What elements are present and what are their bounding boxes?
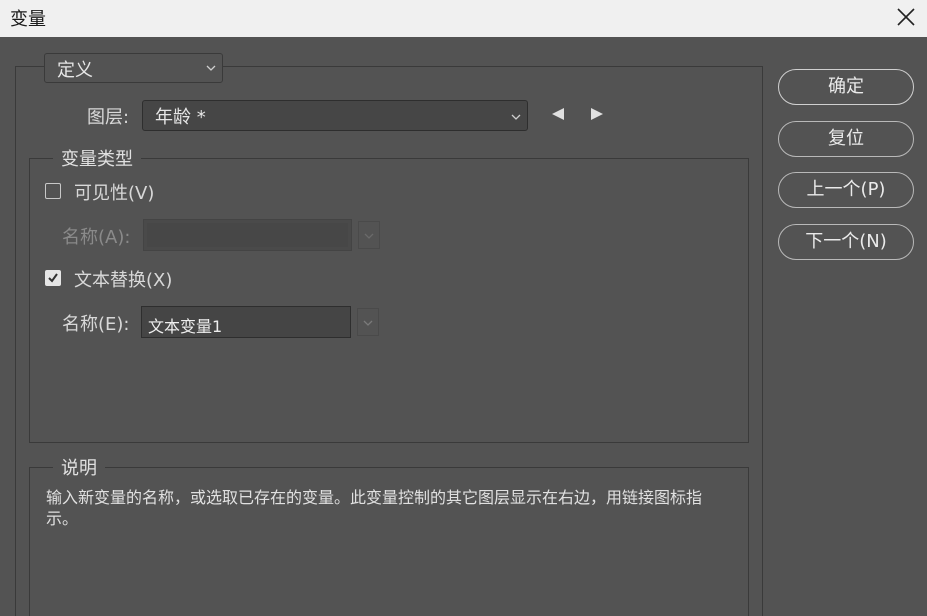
chevron-down-icon xyxy=(364,233,374,239)
previous-button[interactable]: 上一个(P) xyxy=(778,172,914,208)
variable-type-legend: 变量类型 xyxy=(53,145,141,171)
disabled-field-fill xyxy=(147,223,348,247)
title-bar: 变量 xyxy=(0,0,927,37)
mode-dropdown-value: 定义 xyxy=(57,60,93,81)
description-text: 输入新变量的名称，或选取已存在的变量。此变量控制的其它图层显示在右边，用链接图标… xyxy=(46,488,703,528)
triangle-right-icon xyxy=(591,108,603,120)
visibility-name-label: 名称(A): xyxy=(62,227,131,248)
checkmark-icon xyxy=(48,273,58,283)
text-replace-name-input[interactable]: 文本变量1 xyxy=(141,306,351,338)
triangle-left-icon xyxy=(552,108,564,120)
layer-label: 图层: xyxy=(87,107,130,128)
visibility-label[interactable]: 可见性(V) xyxy=(74,179,154,205)
text-replace-checkbox[interactable] xyxy=(45,270,61,286)
visibility-name-dropdown xyxy=(358,221,380,249)
visibility-checkbox[interactable] xyxy=(45,183,61,199)
text-replace-name-label: 名称(E): xyxy=(62,314,130,335)
previous-layer-button[interactable] xyxy=(550,106,570,126)
visibility-name-field xyxy=(143,219,352,251)
close-button[interactable] xyxy=(883,0,927,37)
mode-dropdown[interactable]: 定义 xyxy=(44,53,223,83)
description-legend: 说明 xyxy=(53,454,105,480)
layer-dropdown-value: 年龄 * xyxy=(155,107,206,128)
text-replace-name-dropdown[interactable] xyxy=(357,308,379,336)
window-title: 变量 xyxy=(10,9,46,30)
chevron-down-icon xyxy=(363,320,373,326)
chevron-down-icon xyxy=(511,114,521,120)
next-button[interactable]: 下一个(N) xyxy=(778,224,914,260)
next-layer-button[interactable] xyxy=(589,106,609,126)
text-replace-label[interactable]: 文本替换(X) xyxy=(74,266,172,292)
text-replace-name-value: 文本变量1 xyxy=(148,317,223,336)
variables-dialog: 变量 定义 图层: 年龄 * 变量类型 可见性(V) 名称(A): 文本替换(X… xyxy=(0,0,927,616)
chevron-down-icon xyxy=(206,65,216,71)
layer-dropdown[interactable]: 年龄 * xyxy=(142,100,528,131)
reset-button[interactable]: 复位 xyxy=(778,121,914,157)
ok-button[interactable]: 确定 xyxy=(778,69,914,105)
close-icon xyxy=(897,8,915,26)
